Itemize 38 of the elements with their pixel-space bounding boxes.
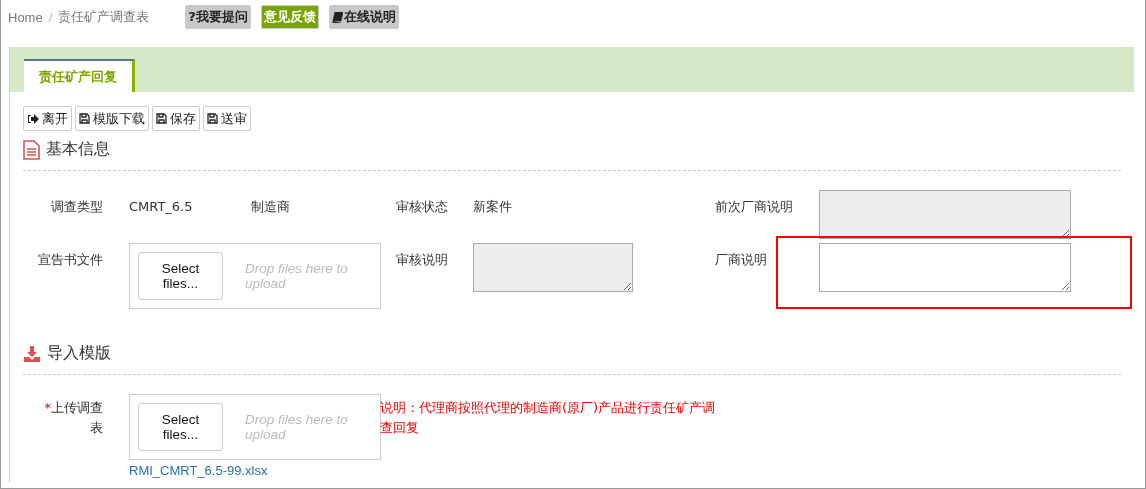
upload-dropzone[interactable]: Select files... Drop files here to upload — [129, 394, 381, 460]
save-icon — [207, 113, 218, 124]
field-label: 审核说明 — [396, 251, 448, 269]
upload-dropzone[interactable]: Select files... Drop files here to upload — [129, 243, 381, 309]
label-text: 上传调查表 — [51, 400, 103, 435]
section-title: 导入模版 — [47, 343, 111, 364]
note-text: 说明：代理商按照代理的制造商(原厂)产品进行责任矿产调查回复 — [380, 399, 717, 437]
breadcrumb-item[interactable]: Home — [8, 9, 43, 25]
save-icon — [156, 113, 167, 124]
toolbar-button[interactable]: 模版下载 — [75, 106, 149, 131]
text-area[interactable] — [819, 243, 1071, 292]
toolbar-button[interactable]: 离开 — [23, 106, 72, 131]
field-value: 新案件 — [473, 198, 512, 216]
select-files-button[interactable]: Select files... — [138, 403, 223, 451]
required-mark: * — [44, 400, 51, 415]
select-files-button[interactable]: Select files... — [138, 252, 223, 300]
save-icon — [79, 113, 90, 124]
field-label: 厂商说明 — [715, 251, 767, 269]
drop-hint: Drop files here to upload — [245, 261, 349, 291]
book-icon — [331, 11, 343, 23]
file-link[interactable]: RMI_CMRT_6.5-99.xlsx — [129, 463, 355, 478]
breadcrumb-separator: / — [48, 9, 53, 25]
field-value: CMRT_6.5 — [129, 198, 193, 214]
toolbar-button[interactable]: 送审 — [203, 106, 251, 131]
breadcrumb-item: 责任矿产调查表 — [58, 8, 150, 26]
field-label: 前次厂商说明 — [715, 198, 793, 216]
field-label: 宣告书文件 — [38, 251, 103, 269]
header-button[interactable]: 在线说明 — [328, 5, 399, 29]
field-label: 调查类型 — [51, 198, 103, 216]
field-label: 审核状态 — [396, 198, 448, 216]
section-title: 基本信息 — [46, 139, 110, 160]
field-value: 制造商 — [250, 198, 290, 216]
document-icon — [23, 139, 40, 160]
header-button[interactable]: ?我要提问 — [185, 5, 251, 29]
drop-hint: Drop files here to upload — [245, 412, 349, 442]
exit-icon — [27, 113, 39, 124]
download-icon — [23, 344, 41, 363]
toolbar-button[interactable]: 保存 — [152, 106, 200, 131]
